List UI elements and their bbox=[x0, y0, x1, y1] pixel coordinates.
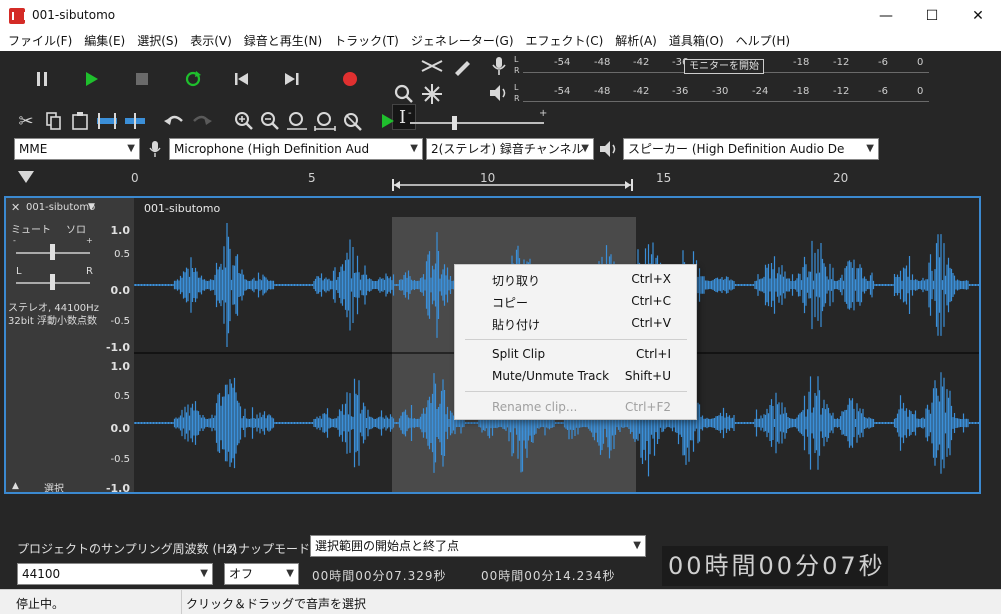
chevron-down-icon: ▼ bbox=[127, 143, 135, 154]
menu-effect[interactable]: エフェクト(C) bbox=[520, 31, 610, 51]
play-speed-thumb[interactable] bbox=[452, 116, 457, 130]
status-hint: クリック＆ドラッグで音声を選択 bbox=[186, 597, 367, 611]
start-monitoring-button[interactable]: モニターを開始 bbox=[684, 59, 764, 74]
context-menu-copy[interactable]: コピー Ctrl+C bbox=[455, 290, 696, 312]
selection-range-indicator[interactable] bbox=[390, 177, 636, 193]
loop-icon[interactable] bbox=[181, 68, 205, 90]
zoom-in-icon[interactable] bbox=[232, 109, 256, 133]
record-icon[interactable] bbox=[338, 68, 362, 90]
context-menu-cut[interactable]: 切り取り Ctrl+X bbox=[455, 268, 696, 290]
clip-context-menu: 切り取り Ctrl+X コピー Ctrl+C 貼り付け Ctrl+V Split Cl… bbox=[454, 264, 697, 420]
recording-device-select[interactable]: Microphone (High Definition Aud ▼ bbox=[169, 138, 423, 160]
menu-help[interactable]: ヘルプ(H) bbox=[730, 31, 796, 51]
menu-tracks[interactable]: トラック(T) bbox=[328, 31, 405, 51]
maximize-button[interactable]: ☐ bbox=[909, 0, 955, 31]
playback-meter[interactable]: -54 -48 -42 -36 -30 -24 -18 -12 -6 0 bbox=[523, 84, 929, 102]
fit-selection-icon[interactable] bbox=[284, 109, 310, 133]
ruler-label-0: 0 bbox=[131, 171, 139, 185]
context-menu-rename-clip: Rename clip... Ctrl+F2 bbox=[492, 400, 671, 414]
menu-edit[interactable]: 編集(E) bbox=[78, 31, 131, 51]
chevron-down-icon: ▼ bbox=[866, 143, 874, 154]
chevron-down-icon: ▼ bbox=[200, 568, 208, 579]
context-menu-paste[interactable]: 貼り付け Ctrl+V bbox=[455, 312, 696, 334]
timeline-options-icon[interactable] bbox=[18, 171, 34, 183]
status-divider bbox=[181, 590, 182, 614]
ruler-label-15: 15 bbox=[656, 171, 672, 185]
rec-meter-l: L bbox=[514, 55, 519, 64]
svg-text:I: I bbox=[399, 107, 406, 128]
draw-tool-icon[interactable] bbox=[450, 54, 474, 78]
menu-bar: ファイル(F) 編集(E) 選択(S) 表示(V) 録音と再生(N) トラック(… bbox=[0, 31, 1001, 51]
selection-mode-select[interactable]: 選択範囲の開始点と終了点 ▼ bbox=[310, 535, 646, 557]
ruler-label-5: 5 bbox=[308, 171, 316, 185]
title-bar: 001-sibutomo — ☐ ✕ bbox=[0, 0, 1001, 31]
play-meter-r: R bbox=[514, 94, 520, 103]
chevron-down-icon: ▼ bbox=[410, 143, 418, 154]
speed-plus-label: + bbox=[539, 108, 548, 119]
paste-icon[interactable] bbox=[68, 109, 92, 133]
context-menu-mute-track[interactable]: Mute/Unmute Track Shift+U bbox=[455, 365, 696, 387]
snap-mode-label: スナップモード bbox=[226, 542, 311, 556]
window-title: 001-sibutomo bbox=[32, 8, 116, 22]
play-speed-slider[interactable] bbox=[410, 122, 544, 124]
chevron-down-icon: ▼ bbox=[581, 143, 589, 154]
cut-icon[interactable]: ✂ bbox=[14, 109, 38, 133]
recording-channels-select[interactable]: 2(ステレオ) 録音チャンネル ▼ bbox=[426, 138, 594, 160]
audio-position-time[interactable]: 00時間00分07秒 bbox=[662, 546, 888, 586]
undo-icon[interactable] bbox=[162, 109, 186, 133]
context-menu-separator bbox=[465, 391, 687, 392]
ruler-label-20: 20 bbox=[833, 171, 849, 185]
toolbar-area: I ✂ - + L R L R -54 -48 -42 -36 -18 -12 … bbox=[0, 51, 1001, 165]
trim-audio-icon[interactable] bbox=[94, 109, 120, 133]
zoom-tool-icon[interactable] bbox=[392, 82, 416, 106]
menu-analyze[interactable]: 解析(A) bbox=[609, 31, 663, 51]
timeline-ruler[interactable]: 0 5 10 15 20 bbox=[0, 165, 1001, 193]
record-meter-mic-icon[interactable] bbox=[488, 55, 510, 77]
context-menu-split-clip[interactable]: Split Clip Ctrl+I bbox=[455, 343, 696, 365]
speed-minus-label: - bbox=[408, 108, 412, 119]
context-menu-separator bbox=[465, 339, 687, 340]
status-bar: 停止中。 クリック＆ドラッグで音声を選択 bbox=[0, 589, 1001, 614]
project-rate-label: プロジェクトのサンプリング周波数 (Hz) bbox=[17, 542, 238, 556]
speaker-icon bbox=[598, 138, 620, 160]
skip-start-icon[interactable] bbox=[230, 68, 254, 90]
pause-icon[interactable] bbox=[30, 68, 54, 90]
minimize-button[interactable]: — bbox=[863, 0, 909, 31]
project-rate-select[interactable]: 44100 ▼ bbox=[17, 563, 213, 585]
menu-transport[interactable]: 録音と再生(N) bbox=[238, 31, 328, 51]
selection-toolbar: プロジェクトのサンプリング周波数 (Hz) スナップモード 選択範囲の開始点と終… bbox=[0, 516, 1001, 589]
play-icon[interactable] bbox=[80, 68, 104, 90]
chevron-down-icon: ▼ bbox=[633, 540, 641, 551]
play-at-speed-icon[interactable] bbox=[378, 111, 398, 131]
menu-file[interactable]: ファイル(F) bbox=[2, 31, 78, 51]
snap-mode-select[interactable]: オフ ▼ bbox=[224, 563, 299, 585]
silence-audio-icon[interactable] bbox=[122, 109, 148, 133]
multi-tool-icon[interactable] bbox=[420, 82, 444, 106]
play-meter-l: L bbox=[514, 83, 519, 92]
rec-meter-r: R bbox=[514, 66, 520, 75]
audio-host-select[interactable]: MME ▼ bbox=[14, 138, 140, 160]
close-button[interactable]: ✕ bbox=[955, 0, 1001, 31]
selection-end-time[interactable]: 00時間00分14.234秒 bbox=[481, 567, 616, 584]
selection-start-time[interactable]: 00時間00分07.329秒 bbox=[312, 567, 447, 584]
copy-icon[interactable] bbox=[42, 109, 66, 133]
chevron-down-icon: ▼ bbox=[286, 568, 294, 579]
stop-icon[interactable] bbox=[130, 68, 154, 90]
zoom-toggle-icon[interactable] bbox=[340, 109, 364, 133]
status-state: 停止中。 bbox=[16, 597, 65, 611]
skip-end-icon[interactable] bbox=[280, 68, 304, 90]
menu-generate[interactable]: ジェネレーター(G) bbox=[405, 31, 520, 51]
redo-icon bbox=[190, 109, 214, 133]
playback-meter-speaker-icon[interactable] bbox=[488, 82, 510, 104]
playback-device-select[interactable]: スピーカー (High Definition Audio De ▼ bbox=[623, 138, 879, 160]
menu-view[interactable]: 表示(V) bbox=[184, 31, 238, 51]
microphone-icon bbox=[146, 138, 164, 160]
audacity-logo-icon bbox=[9, 8, 26, 24]
menu-select[interactable]: 選択(S) bbox=[131, 31, 184, 51]
menu-tools[interactable]: 道具箱(O) bbox=[663, 31, 730, 51]
fit-project-icon[interactable] bbox=[312, 109, 338, 133]
zoom-out-icon[interactable] bbox=[258, 109, 282, 133]
envelope-tool-icon[interactable] bbox=[420, 54, 444, 78]
